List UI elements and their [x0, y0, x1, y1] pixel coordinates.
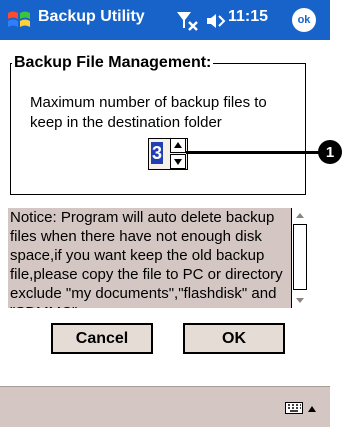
- scroll-down-arrow-icon[interactable]: [292, 292, 308, 308]
- app-title: Backup Utility: [38, 8, 145, 25]
- keyboard-icon[interactable]: [285, 401, 303, 414]
- ok-button[interactable]: OK: [183, 323, 285, 354]
- no-signal-icon[interactable]: [176, 10, 200, 32]
- up-arrow-icon[interactable]: [307, 401, 317, 412]
- callout-marker: 1: [318, 140, 342, 164]
- group-legend: Backup File Management:: [12, 54, 214, 72]
- max-backup-files-label: Maximum number of backup files to keep i…: [30, 94, 267, 131]
- notice-text: Notice: Program will auto delete backup …: [8, 208, 292, 308]
- menu-bar: [0, 386, 330, 427]
- triangle-up-icon: [174, 142, 182, 148]
- scroll-thumb[interactable]: [293, 224, 307, 290]
- spinner-value[interactable]: 3: [151, 142, 163, 164]
- title-bar: Backup Utility 11:15 ok: [0, 0, 330, 40]
- windows-flag-icon[interactable]: [6, 7, 34, 33]
- notice-scrollbar[interactable]: [291, 208, 308, 308]
- spin-down-button[interactable]: [170, 154, 186, 169]
- cancel-button[interactable]: Cancel: [51, 323, 153, 354]
- ok-title-button[interactable]: ok: [292, 8, 316, 32]
- speaker-icon[interactable]: [205, 11, 227, 31]
- scroll-up-arrow-icon[interactable]: [292, 208, 308, 224]
- callout-line: [186, 151, 321, 154]
- spin-up-button[interactable]: [170, 138, 186, 153]
- triangle-down-icon: [174, 159, 182, 165]
- clock[interactable]: 11:15: [228, 8, 268, 26]
